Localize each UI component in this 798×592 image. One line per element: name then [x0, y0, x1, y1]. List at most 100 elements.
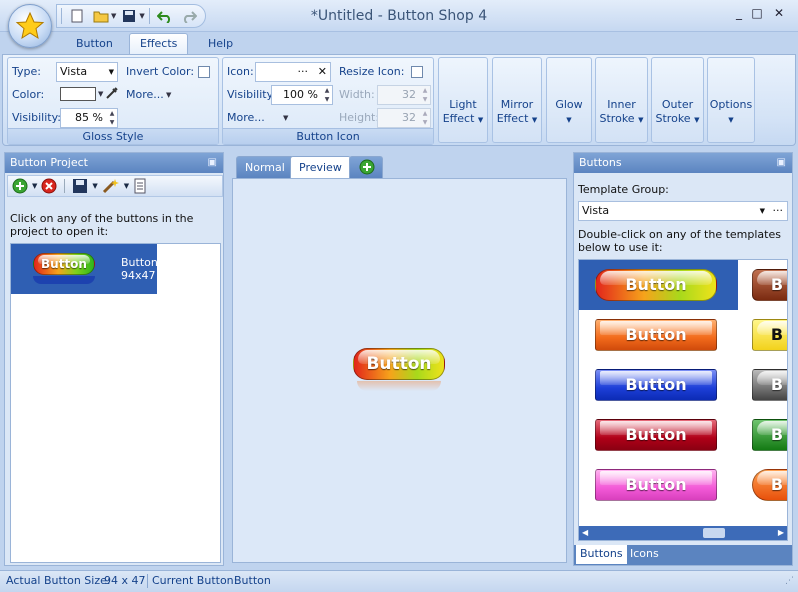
- tab-normal[interactable]: Normal: [236, 156, 294, 178]
- resize-grip-icon[interactable]: ⋰: [785, 571, 794, 591]
- color-dropdown-icon[interactable]: ▼: [98, 90, 103, 98]
- template-item-partial[interactable]: B: [752, 419, 787, 451]
- project-item-selected[interactable]: Button Button 94x47: [11, 244, 158, 294]
- more-options-icon[interactable]: ···: [773, 202, 784, 220]
- preview-canvas: Button: [232, 178, 567, 563]
- add-icon[interactable]: [12, 178, 28, 194]
- project-item-thumbnail: Button: [33, 253, 95, 275]
- inner-stroke-button[interactable]: Inner Stroke ▼: [595, 57, 648, 143]
- current-button-label: Current Button:: [152, 574, 238, 587]
- template-text: Button: [625, 375, 687, 394]
- template-item[interactable]: Button: [595, 419, 717, 451]
- preview-button-text: Button: [366, 354, 432, 374]
- buttons-header: Buttons ▣: [574, 153, 792, 173]
- width-input[interactable]: 32 ▲ ▼: [377, 85, 431, 105]
- template-text: Button: [625, 425, 687, 444]
- tab-buttons[interactable]: Buttons: [576, 545, 627, 564]
- button-project-header: Button Project ▣: [5, 153, 223, 173]
- icon-visibility-spinner[interactable]: ▲ ▼: [322, 86, 332, 104]
- template-text: B: [770, 475, 784, 494]
- icon-more-label[interactable]: More...: [227, 111, 265, 124]
- magic-wand-icon[interactable]: [102, 178, 120, 194]
- app-menu-button[interactable]: [8, 4, 52, 48]
- tab-add[interactable]: [349, 156, 383, 178]
- actual-size-value: 94 x 47: [104, 574, 146, 587]
- chevron-down-icon: ▼: [728, 116, 734, 124]
- gloss-visibility-spinner[interactable]: ▲ ▼: [107, 109, 117, 127]
- outer-stroke-label: Outer: [661, 98, 694, 111]
- gloss-visibility-value: 85 %: [75, 111, 103, 124]
- icon-field[interactable]: ··· ✕: [255, 62, 331, 82]
- icon-visibility-input[interactable]: 100 % ▲ ▼: [271, 85, 333, 105]
- project-item-name: Button: [121, 256, 158, 269]
- template-item[interactable]: Button: [595, 369, 717, 401]
- buttons-panel: Buttons ▣ Template Group: Vista ▼ ··· Doubl…: [573, 152, 793, 566]
- scrollbar-thumb[interactable]: [703, 528, 725, 538]
- height-label: Height:: [339, 111, 380, 124]
- width-value: 32: [402, 88, 416, 101]
- document-list-icon[interactable]: [133, 178, 147, 194]
- resize-icon-checkbox[interactable]: [411, 66, 423, 78]
- pin-icon[interactable]: ▣: [777, 153, 786, 172]
- tab-help[interactable]: Help: [198, 34, 243, 55]
- gloss-more-dropdown-icon[interactable]: ▼: [166, 91, 171, 99]
- save-project-icon[interactable]: [72, 178, 88, 194]
- template-group-select[interactable]: Vista ▼ ···: [578, 201, 788, 221]
- type-select[interactable]: Vista ▼: [56, 62, 118, 82]
- pin-icon[interactable]: ▣: [208, 153, 217, 172]
- icon-browse-button[interactable]: ···: [298, 63, 309, 81]
- gloss-visibility-input[interactable]: 85 % ▲ ▼: [60, 108, 118, 128]
- light-effect-label: Light: [449, 98, 477, 111]
- preview-button[interactable]: Button: [353, 348, 445, 380]
- template-text: Button: [625, 475, 687, 494]
- template-item-partial[interactable]: B: [752, 319, 787, 351]
- gloss-style-group: Type: Vista ▼ Invert Color: Color: ▼ More…: [7, 57, 219, 145]
- gloss-more-label[interactable]: More...: [126, 88, 164, 101]
- icon-visibility-value: 100 %: [283, 88, 318, 101]
- glow-button[interactable]: Glow ▼: [546, 57, 592, 143]
- width-spinner[interactable]: ▲ ▼: [420, 86, 430, 104]
- wand-dropdown-icon[interactable]: ▼: [124, 182, 129, 190]
- tab-button[interactable]: Button: [66, 34, 123, 55]
- preview-reflection: [357, 381, 441, 391]
- mirror-effect-label: Mirror: [500, 98, 534, 111]
- gloss-visibility-label: Visibility:: [12, 111, 62, 124]
- clear-icon[interactable]: ✕: [318, 63, 327, 81]
- options-button[interactable]: Options ▼: [707, 57, 755, 143]
- add-dropdown-icon[interactable]: ▼: [32, 182, 37, 190]
- outer-stroke-button[interactable]: Outer Stroke ▼: [651, 57, 704, 143]
- invert-color-label: Invert Color:: [126, 65, 195, 78]
- tab-preview[interactable]: Preview: [290, 156, 351, 180]
- template-item-partial[interactable]: B: [752, 269, 787, 301]
- maximize-button[interactable]: □: [746, 6, 768, 24]
- scroll-right-icon[interactable]: ▶: [778, 526, 784, 540]
- project-toolbar: ▼ ▼ ▼: [7, 175, 223, 197]
- chevron-down-icon: ▼: [566, 116, 572, 124]
- scroll-left-icon[interactable]: ◀: [582, 526, 588, 540]
- tab-icons[interactable]: Icons: [626, 545, 663, 564]
- ribbon-tabs: Button Effects Help: [0, 32, 798, 54]
- inner-stroke-label-2: Stroke: [599, 112, 635, 125]
- close-button[interactable]: ✕: [768, 6, 790, 24]
- horizontal-scrollbar[interactable]: ◀ ▶: [579, 526, 787, 540]
- eyedropper-icon[interactable]: [105, 86, 119, 100]
- chevron-down-icon: ▼: [638, 116, 644, 124]
- template-item-partial[interactable]: B: [752, 369, 787, 401]
- template-item[interactable]: Button: [595, 469, 717, 501]
- button-project-panel: Button Project ▣ ▼ ▼ ▼ Click on any of th…: [4, 152, 224, 566]
- mirror-effect-button[interactable]: Mirror Effect ▼: [492, 57, 542, 143]
- tab-effects[interactable]: Effects: [129, 33, 189, 54]
- template-item[interactable]: Button: [595, 319, 717, 351]
- delete-icon[interactable]: [41, 178, 57, 194]
- template-item-partial[interactable]: B: [752, 469, 787, 501]
- invert-color-checkbox[interactable]: [198, 66, 210, 78]
- templates-list[interactable]: Button Button Button Button Button B B B…: [578, 259, 788, 541]
- height-input[interactable]: 32 ▲ ▼: [377, 108, 431, 128]
- light-effect-button[interactable]: Light Effect ▼: [438, 57, 488, 143]
- project-list[interactable]: Button Button 94x47: [10, 243, 221, 563]
- template-item[interactable]: Button: [595, 269, 717, 301]
- save-dropdown-icon[interactable]: ▼: [92, 182, 97, 190]
- icon-more-dropdown-icon[interactable]: ▼: [283, 114, 288, 122]
- height-spinner[interactable]: ▲ ▼: [420, 109, 430, 127]
- color-picker[interactable]: [60, 87, 96, 101]
